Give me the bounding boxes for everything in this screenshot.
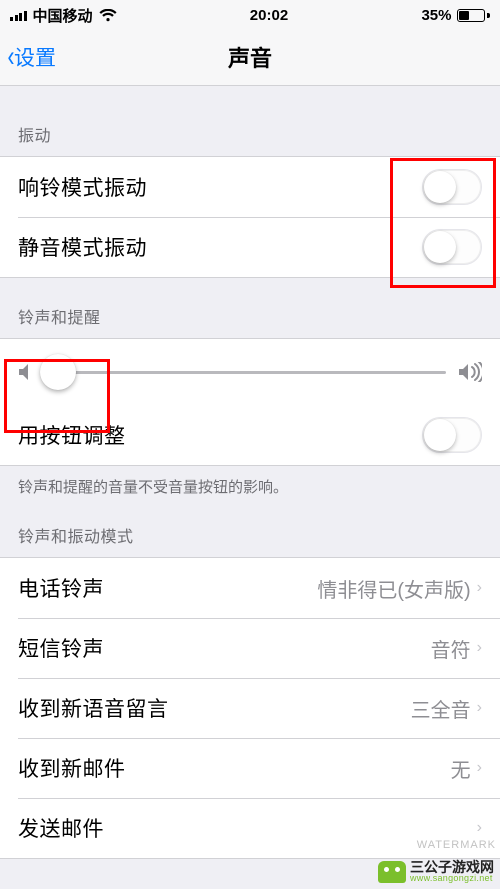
row-label: 短信铃声	[18, 633, 104, 663]
toggle-change-with-buttons[interactable]	[422, 417, 482, 453]
status-right: 35%	[421, 7, 490, 24]
row-change-with-buttons[interactable]: 用按钮调整	[0, 405, 500, 465]
volume-min-icon	[18, 363, 34, 381]
row-new-voicemail[interactable]: 收到新语音留言 三全音 ›	[0, 678, 500, 738]
back-button[interactable]: ‹ 设置	[6, 42, 56, 72]
android-robot-icon	[378, 861, 406, 883]
chevron-right-icon: ›	[477, 759, 482, 777]
signal-bars-icon	[10, 9, 27, 21]
section-header-vibration: 振动	[0, 86, 500, 156]
volume-max-icon	[458, 362, 482, 382]
watermark-text: WATERMARK	[417, 839, 496, 851]
back-label: 设置	[14, 42, 56, 72]
page-title: 声音	[228, 41, 272, 73]
carrier-label: 中国移动	[33, 5, 93, 26]
source-logo: 三公子游戏网 www.sangongzi.net	[378, 860, 494, 883]
row-label: 电话铃声	[18, 573, 104, 603]
toggle-vibrate-on-silent[interactable]	[422, 229, 482, 265]
battery-percent: 35%	[421, 7, 451, 24]
row-value: 音符	[431, 634, 471, 663]
row-label: 用按钮调整	[18, 420, 126, 450]
nav-header: ‹ 设置 声音	[0, 28, 500, 86]
row-ringer-volume-slider[interactable]	[0, 339, 500, 405]
logo-url: www.sangongzi.net	[410, 874, 494, 883]
volume-slider-track[interactable]	[46, 371, 446, 374]
row-vibrate-on-ring[interactable]: 响铃模式振动	[0, 157, 500, 217]
row-label: 静音模式振动	[18, 232, 147, 262]
row-ringtone[interactable]: 电话铃声 情非得已(女声版) ›	[0, 558, 500, 618]
row-text-tone[interactable]: 短信铃声 音符 ›	[0, 618, 500, 678]
chevron-left-icon: ‹	[8, 42, 15, 72]
battery-icon	[457, 9, 490, 22]
row-label: 发送邮件	[18, 813, 104, 843]
chevron-right-icon: ›	[477, 819, 482, 837]
row-value: 三全音	[411, 694, 471, 723]
chevron-right-icon: ›	[477, 699, 482, 717]
chevron-right-icon: ›	[477, 639, 482, 657]
row-label: 收到新语音留言	[18, 693, 169, 723]
status-left: 中国移动	[10, 5, 117, 26]
clock: 20:02	[250, 7, 288, 24]
section-footer-ringer: 铃声和提醒的音量不受音量按钮的影响。	[0, 466, 500, 497]
chevron-right-icon: ›	[477, 579, 482, 597]
toggle-vibrate-on-ring[interactable]	[422, 169, 482, 205]
group-patterns: 电话铃声 情非得已(女声版) › 短信铃声 音符 › 收到新语音留言 三全音 ›…	[0, 557, 500, 859]
group-vibration: 响铃模式振动 静音模式振动	[0, 156, 500, 278]
row-new-mail[interactable]: 收到新邮件 无 ›	[0, 738, 500, 798]
row-value: 无	[451, 754, 471, 783]
row-vibrate-on-silent[interactable]: 静音模式振动	[0, 217, 500, 277]
section-header-ringer: 铃声和提醒	[0, 278, 500, 338]
row-label: 响铃模式振动	[18, 172, 147, 202]
status-bar: 中国移动 20:02 35%	[0, 0, 500, 28]
group-ringer: 用按钮调整	[0, 338, 500, 466]
logo-name: 三公子游戏网	[410, 860, 494, 874]
section-header-patterns: 铃声和振动模式	[0, 497, 500, 557]
row-value: 情非得已(女声版)	[317, 574, 470, 603]
volume-slider-thumb[interactable]	[40, 354, 76, 390]
wifi-icon	[99, 9, 117, 22]
row-label: 收到新邮件	[18, 753, 126, 783]
screen: 中国移动 20:02 35% ‹ 设置 声音 振动 响铃模式振动	[0, 0, 500, 889]
